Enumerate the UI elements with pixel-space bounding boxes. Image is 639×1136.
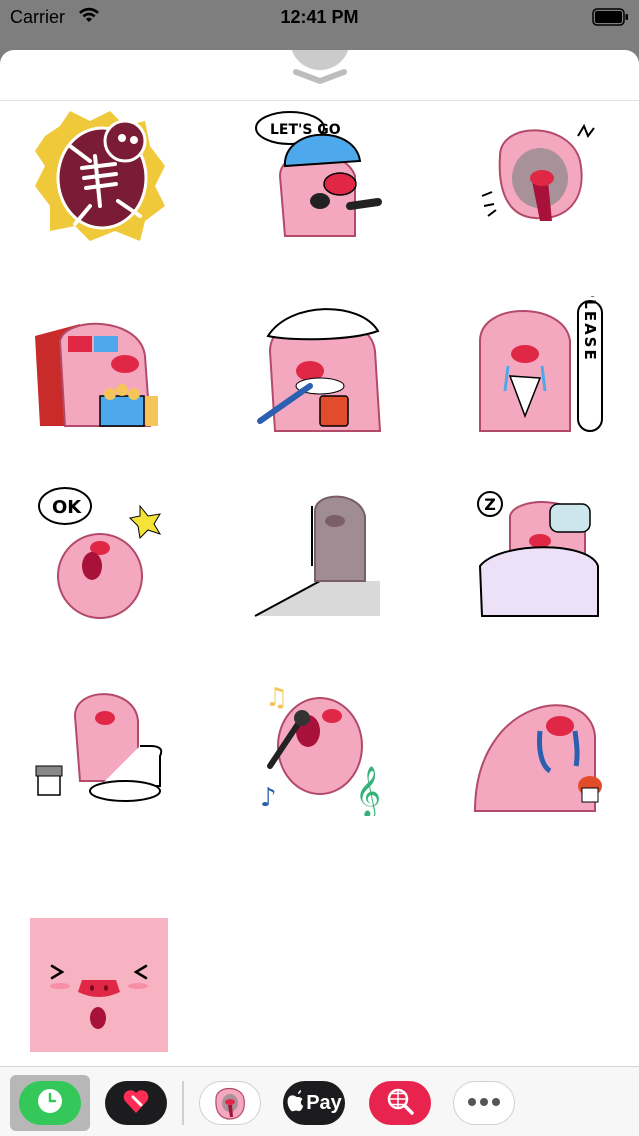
chevron-down-icon[interactable] bbox=[292, 68, 348, 91]
pig-stickers-app-button[interactable] bbox=[190, 1075, 270, 1131]
sticker-sleeping-pig[interactable]: Z bbox=[470, 486, 610, 626]
sticker-text: OK bbox=[52, 497, 82, 518]
sticker-toilet-pig[interactable] bbox=[30, 676, 170, 816]
sticker-sheet: LET'S GO PLEASE OK Z ♫ ♪ 𝄞 bbox=[0, 50, 639, 1136]
sticker-text: PLEASE bbox=[581, 296, 599, 362]
heart-hand-icon bbox=[121, 1087, 151, 1120]
sticker-text: Z bbox=[484, 495, 496, 514]
sticker-crying-cupcake-pig[interactable] bbox=[470, 676, 610, 816]
clock-icon bbox=[35, 1086, 65, 1121]
sticker-lets-go-pig[interactable]: LET'S GO bbox=[250, 106, 390, 246]
more-apps-button[interactable] bbox=[444, 1075, 524, 1131]
sticker-screaming-pig[interactable] bbox=[470, 106, 610, 246]
recents-app-button[interactable] bbox=[10, 1075, 90, 1131]
apple-pay-app-button[interactable]: Pay bbox=[274, 1075, 354, 1131]
imessage-app-drawer: Pay bbox=[0, 1066, 639, 1136]
treble-clef-icon: 𝄞 bbox=[355, 766, 381, 816]
divider bbox=[0, 100, 639, 101]
sticker-pig-face[interactable] bbox=[30, 918, 168, 1052]
sticker-singing-pig[interactable]: ♫ ♪ 𝄞 bbox=[250, 676, 390, 816]
sticker-3d-glasses-pig[interactable] bbox=[30, 296, 170, 436]
music-note-icon: ♫ bbox=[265, 683, 288, 713]
apple-icon bbox=[286, 1089, 304, 1117]
globe-search-icon bbox=[385, 1086, 415, 1121]
sticker-please-pig[interactable]: PLEASE bbox=[470, 296, 610, 436]
sticker-shadow-pig[interactable] bbox=[250, 486, 390, 626]
battery-icon bbox=[592, 8, 629, 26]
sticker-xray-pig[interactable] bbox=[30, 106, 170, 246]
sticker-brushing-teeth-pig[interactable] bbox=[250, 296, 390, 436]
sticker-ok-pig[interactable]: OK bbox=[30, 486, 170, 626]
status-bar: Carrier 12:41 PM bbox=[0, 0, 639, 40]
divider bbox=[182, 1081, 184, 1125]
pay-label: Pay bbox=[306, 1091, 342, 1114]
image-search-app-button[interactable] bbox=[360, 1075, 440, 1131]
ellipsis-icon bbox=[466, 1094, 502, 1112]
clock-time: 12:41 PM bbox=[280, 7, 359, 27]
music-note-icon: ♪ bbox=[260, 783, 277, 813]
grabber-shadow bbox=[290, 50, 350, 70]
digital-touch-app-button[interactable] bbox=[96, 1075, 176, 1131]
pig-sticker-icon bbox=[208, 1081, 252, 1126]
